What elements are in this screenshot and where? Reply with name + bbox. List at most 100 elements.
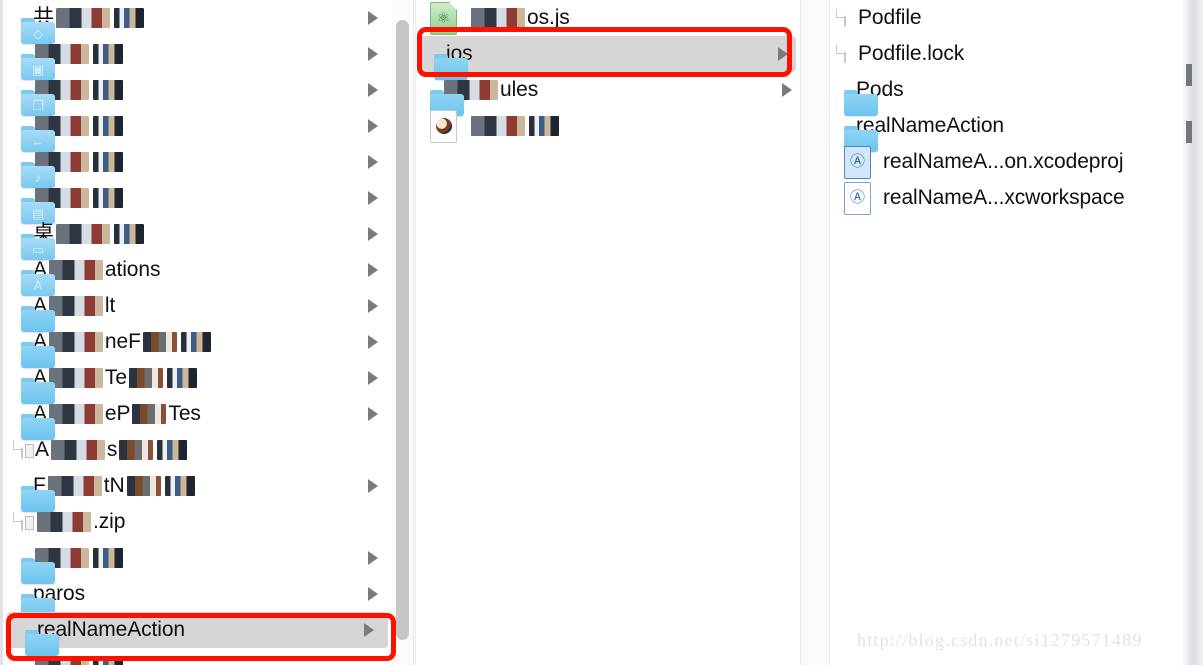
item-label: realNameA...xcworkspace: [883, 186, 1125, 209]
generic-file-icon: [430, 109, 457, 143]
chevron-right-icon[interactable]: [368, 191, 378, 205]
redacted-text: [126, 476, 161, 497]
redacted-text: [113, 224, 144, 245]
redacted-text: [180, 332, 211, 353]
redacted-text: [48, 404, 103, 425]
file-row[interactable]: A Aations: [3, 252, 392, 296]
redacted-text: [93, 44, 123, 65]
redacted-text: [35, 656, 89, 665]
item-label: FtN: [33, 468, 197, 504]
file-row[interactable]: ules: [416, 72, 800, 116]
redacted-text: [37, 512, 91, 533]
file-row[interactable]: paros: [3, 576, 392, 620]
redacted-text: [142, 332, 177, 353]
document-blank-icon: [844, 44, 846, 63]
blog-watermark: http://blog.csdn.net/si1279571489: [857, 630, 1143, 650]
redacted-text: [48, 332, 103, 353]
file-row[interactable]: ❐: [3, 72, 392, 116]
redacted-text: [128, 368, 163, 389]
chevron-right-icon[interactable]: [368, 551, 378, 565]
file-row[interactable]: A Te: [3, 360, 392, 404]
file-row[interactable]: ▭ 桌: [3, 216, 392, 260]
item-label: [469, 108, 561, 144]
file-row[interactable]: [3, 648, 392, 665]
file-row[interactable]: ⒶrealNameA...on.xcodeproj: [830, 144, 1190, 180]
redacted-text: [164, 476, 195, 497]
redacted-text: [48, 260, 103, 281]
redacted-text: [93, 548, 123, 569]
chevron-right-icon[interactable]: [782, 83, 792, 97]
file-row[interactable]: [416, 108, 800, 144]
chevron-right-icon[interactable]: [778, 47, 788, 61]
item-label: realNameAction: [856, 114, 1004, 137]
file-row[interactable]: ♪: [3, 144, 392, 188]
file-row[interactable]: Podfile.lock: [830, 36, 1190, 72]
atom-js-icon: ⚛: [430, 1, 457, 35]
chevron-right-icon[interactable]: [368, 83, 378, 97]
right-edge-fade: [1181, 0, 1203, 665]
redacted-text: [529, 116, 559, 137]
finder-column-ios-contents[interactable]: Podfile Podfile.lock Pods realNameAction Ⓐre…: [830, 0, 1190, 665]
file-row[interactable]: AeP Tes: [3, 396, 392, 440]
redacted-text: [93, 188, 123, 209]
file-row[interactable]: ←: [3, 108, 392, 152]
document-blank-icon: [844, 8, 846, 27]
chevron-right-icon[interactable]: [368, 587, 378, 601]
column-1-scrollbar-thumb[interactable]: [396, 20, 409, 640]
file-row[interactable]: ▣: [3, 36, 392, 80]
chevron-right-icon[interactable]: [368, 47, 378, 61]
item-label: realNameA...on.xcodeproj: [883, 150, 1124, 173]
file-row[interactable]: Alt: [3, 288, 392, 332]
redacted-text: [48, 296, 103, 317]
file-row[interactable]: realNameAction: [830, 108, 1190, 152]
file-row[interactable]: FtN: [3, 468, 392, 512]
file-row[interactable]: ⒶrealNameA...xcworkspace: [830, 180, 1190, 216]
item-label: .zip: [35, 504, 125, 540]
redacted-text: [471, 116, 525, 137]
chevron-right-icon[interactable]: [368, 11, 378, 25]
file-row[interactable]: ▤: [3, 180, 392, 224]
chevron-right-icon[interactable]: [368, 155, 378, 169]
redacted-text: [47, 476, 102, 497]
redacted-text: [55, 8, 110, 29]
file-row[interactable]: Podfile: [830, 0, 1190, 36]
chevron-right-icon[interactable]: [368, 335, 378, 349]
chevron-right-icon[interactable]: [368, 299, 378, 313]
redacted-text: [93, 80, 123, 101]
finder-column-project[interactable]: ⚛ os.js ios ules: [415, 0, 800, 665]
column-divider: [800, 0, 830, 665]
item-label: As: [35, 432, 189, 468]
document-zip-icon: [21, 440, 34, 459]
file-row-selected[interactable]: realNameAction: [7, 612, 388, 656]
finder-column-home[interactable]: ◇ 共 ▣ ❐ ← ♪ ▤ ▭ 桌 A Aations Alt AneF A Te AeP Tes As FtN .z…: [0, 0, 392, 665]
file-row[interactable]: ◇ 共: [3, 0, 392, 44]
item-label: Podfile.lock: [858, 42, 965, 65]
chevron-right-icon[interactable]: [368, 263, 378, 277]
file-row[interactable]: As: [3, 432, 392, 468]
chevron-right-icon[interactable]: [368, 371, 378, 385]
file-row[interactable]: .zip: [3, 504, 392, 540]
finder-column-view: ◇ 共 ▣ ❐ ← ♪ ▤ ▭ 桌 A Aations Alt AneF A Te AeP Tes As FtN .z…: [0, 0, 1203, 665]
file-row[interactable]: ⚛ os.js: [416, 0, 800, 36]
file-row-selected[interactable]: ios: [420, 36, 796, 80]
chevron-right-icon[interactable]: [364, 623, 374, 637]
xcodeproj-icon: Ⓐ: [844, 145, 871, 179]
file-row[interactable]: [3, 540, 392, 584]
redacted-text: [471, 8, 525, 29]
document-zip-icon: [21, 512, 34, 531]
file-row[interactable]: AneF: [3, 324, 392, 368]
chevron-right-icon[interactable]: [368, 407, 378, 421]
right-edge-mark-upper: [1186, 64, 1192, 86]
item-label: AeP Tes: [33, 402, 201, 425]
column-1-scrollbar[interactable]: [392, 0, 414, 665]
chevron-right-icon[interactable]: [368, 227, 378, 241]
item-label: os.js: [469, 0, 570, 36]
chevron-right-icon[interactable]: [368, 119, 378, 133]
item-label: [33, 648, 125, 665]
redacted-text: [113, 8, 144, 29]
redacted-text: [55, 224, 110, 245]
redacted-text: [132, 404, 167, 425]
redacted-text: [50, 440, 105, 461]
chevron-right-icon[interactable]: [368, 479, 378, 493]
file-row[interactable]: Pods: [830, 72, 1190, 116]
